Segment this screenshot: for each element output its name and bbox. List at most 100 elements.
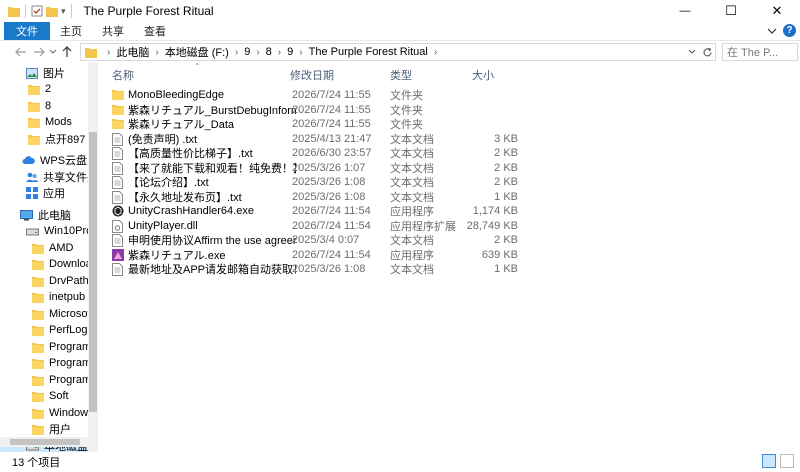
maximize-button[interactable]: ☐ — [708, 0, 754, 22]
nav-item[interactable]: DrvPath — [0, 273, 98, 289]
file-row[interactable]: UnityPlayer.dll 2026/7/24 11:54 应用程序扩展 28,7… — [110, 219, 530, 233]
nav-item[interactable]: 共享文件夹 — [0, 169, 98, 185]
file-row[interactable]: MonoBleedingEdge 2026/7/24 11:55 文件夹 — [110, 88, 530, 102]
navigation-pane-scrollbar[interactable] — [88, 62, 98, 452]
column-header-name[interactable]: 名称 — [112, 67, 134, 83]
forward-button[interactable] — [30, 43, 48, 61]
nav-item[interactable]: Windows — [0, 405, 98, 421]
breadcrumb-folder-9b[interactable]: 9 — [287, 46, 293, 58]
file-row[interactable]: 紫森リチュアル_Data 2026/7/24 11:55 文件夹 — [110, 117, 530, 131]
minimize-icon: — — [679, 5, 691, 17]
file-modified-date: 2026/7/24 11:54 — [292, 219, 371, 232]
new-folder-icon[interactable] — [46, 6, 58, 17]
nav-item-label: inetpub — [49, 291, 86, 303]
recent-locations-button[interactable] — [48, 43, 58, 61]
tab-view[interactable]: 查看 — [134, 22, 176, 40]
folder-icon — [32, 259, 44, 270]
nav-item[interactable]: 8 — [0, 98, 98, 114]
breadcrumb-separator[interactable]: › — [235, 47, 238, 58]
file-list-scrollbar[interactable] — [788, 62, 800, 452]
search-input[interactable]: 在 The P... — [722, 43, 798, 61]
navigation-pane-horizontal-scrollbar[interactable] — [0, 437, 98, 447]
customize-quick-access-dropdown[interactable]: ▾ — [61, 6, 66, 17]
breadcrumb-separator[interactable]: › — [256, 47, 259, 58]
address-history-icon[interactable] — [688, 49, 696, 55]
file-name: 最新地址及APP请发邮箱自动获取！！！... — [128, 264, 296, 276]
folder-icon — [85, 47, 97, 58]
address-bar[interactable]: › 此电脑 › 本地磁盘 (F:) › 9 › 8 › 9 › The Purp… — [80, 43, 716, 61]
nav-item-label: WPS云盘 — [40, 155, 88, 167]
expand-ribbon-icon[interactable] — [767, 27, 777, 35]
nav-item[interactable]: 图片 — [0, 65, 98, 81]
tab-file[interactable]: 文件 — [4, 22, 50, 40]
file-size: 1 KB — [494, 190, 518, 203]
file-row[interactable]: 【论坛介绍】.txt 2025/3/26 1:08 文本文档 2 KB — [110, 175, 530, 189]
file-row[interactable]: 紫森リチュアル_BurstDebugInformati...2026/7/24 … — [110, 103, 530, 117]
up-arrow-icon — [62, 45, 72, 57]
breadcrumb-separator[interactable]: › — [155, 47, 158, 58]
nav-item[interactable]: Program F — [0, 339, 98, 355]
column-header-date[interactable]: 修改日期 — [290, 67, 334, 83]
dll-file-icon — [112, 219, 124, 233]
scrollbar-thumb[interactable] — [89, 132, 97, 412]
breadcrumb-current-folder[interactable]: The Purple Forest Ritual — [309, 46, 428, 58]
folder-icon — [32, 408, 44, 419]
file-row[interactable]: 最新地址及APP请发邮箱自动获取！！！...2025/3/26 1:08 文本文档… — [110, 262, 530, 276]
tab-home[interactable]: 主页 — [50, 22, 92, 40]
nav-item[interactable]: AMD — [0, 240, 98, 256]
nav-item[interactable]: 此电脑 — [0, 207, 98, 223]
breadcrumb-separator[interactable]: › — [299, 47, 302, 58]
file-row[interactable]: 【高质量性价比梯子】.txt 2026/6/30 23:57 文本文档 2 KB — [110, 146, 530, 160]
nav-item[interactable]: Microsoft — [0, 306, 98, 322]
tab-share[interactable]: 共享 — [92, 22, 134, 40]
back-button[interactable] — [12, 43, 30, 61]
minimize-button[interactable]: — — [662, 0, 708, 22]
file-row[interactable]: UnityCrashHandler64.exe 2026/7/24 11:54 应用… — [110, 204, 530, 218]
nav-item[interactable]: 应用 — [0, 185, 98, 201]
file-size: 3 KB — [494, 132, 518, 145]
properties-icon[interactable] — [31, 5, 43, 17]
breadcrumb-drive-f[interactable]: 本地磁盘 (F:) — [165, 44, 229, 60]
help-button[interactable]: ? — [783, 24, 796, 37]
nav-item[interactable]: Mods — [0, 114, 98, 130]
close-button[interactable]: ✕ — [754, 0, 800, 22]
file-row[interactable]: (免责声明) .txt 2025/4/13 21:47 文本文档 3 KB — [110, 132, 530, 146]
nav-item[interactable]: Win10ProW — [0, 223, 98, 239]
navigation-pane: 图片 2 8 Mods 点开897 WPS云盘共享文件夹 应用此电脑 Win10ProW AMD… — [0, 62, 98, 452]
breadcrumb-this-pc[interactable]: 此电脑 — [116, 44, 149, 60]
file-row[interactable]: 申明使用协议Affirm the use agreemen...2025/3/4… — [110, 233, 530, 247]
nav-item[interactable]: Program F — [0, 355, 98, 371]
breadcrumb-separator[interactable]: › — [434, 47, 437, 58]
nav-item[interactable]: Download — [0, 256, 98, 272]
breadcrumb-separator[interactable]: › — [278, 47, 281, 58]
nav-item[interactable]: 点开897 — [0, 131, 98, 147]
large-icons-view-button[interactable] — [780, 454, 794, 468]
file-row[interactable]: 【来了就能下载和观看！纯免费！】.txt2025/3/26 1:07文本文档2 … — [110, 161, 530, 175]
scrollbar-thumb[interactable] — [10, 439, 80, 445]
file-name: UnityCrashHandler64.exe — [128, 205, 254, 217]
nav-item[interactable]: inetpub — [0, 289, 98, 305]
refresh-icon[interactable] — [702, 47, 713, 58]
nav-item[interactable]: Soft — [0, 388, 98, 404]
breadcrumb-folder-8[interactable]: 8 — [266, 46, 272, 58]
file-modified-date: 2026/7/24 11:54 — [292, 205, 371, 217]
folder-icon — [32, 375, 44, 386]
status-bar: 13 个项目 — [0, 452, 800, 472]
nav-item[interactable]: 2 — [0, 81, 98, 97]
folder-icon — [32, 358, 44, 369]
folder-icon — [32, 325, 44, 336]
file-row[interactable]: 紫森リチュアル.exe 2026/7/24 11:54 应用程序 639 KB — [110, 248, 530, 262]
nav-item[interactable]: 用户 — [0, 421, 98, 437]
navigation-bar: › 此电脑 › 本地磁盘 (F:) › 9 › 8 › 9 › The Purp… — [0, 40, 800, 62]
nav-item[interactable]: PerfLogs — [0, 322, 98, 338]
nav-item-label: 8 — [45, 100, 52, 112]
details-view-button[interactable] — [762, 454, 776, 468]
column-header-size[interactable]: 大小 — [472, 67, 494, 83]
column-header-type[interactable]: 类型 — [390, 67, 412, 83]
nav-item[interactable]: WPS云盘 — [0, 152, 98, 168]
breadcrumb-folder-9[interactable]: 9 — [244, 46, 250, 58]
up-button[interactable] — [58, 43, 76, 61]
file-size: 2 KB — [494, 161, 518, 174]
nav-item[interactable]: ProgramD — [0, 372, 98, 388]
file-row[interactable]: 【永久地址发布页】.txt 2025/3/26 1:08 文本文档 1 KB — [110, 190, 530, 204]
